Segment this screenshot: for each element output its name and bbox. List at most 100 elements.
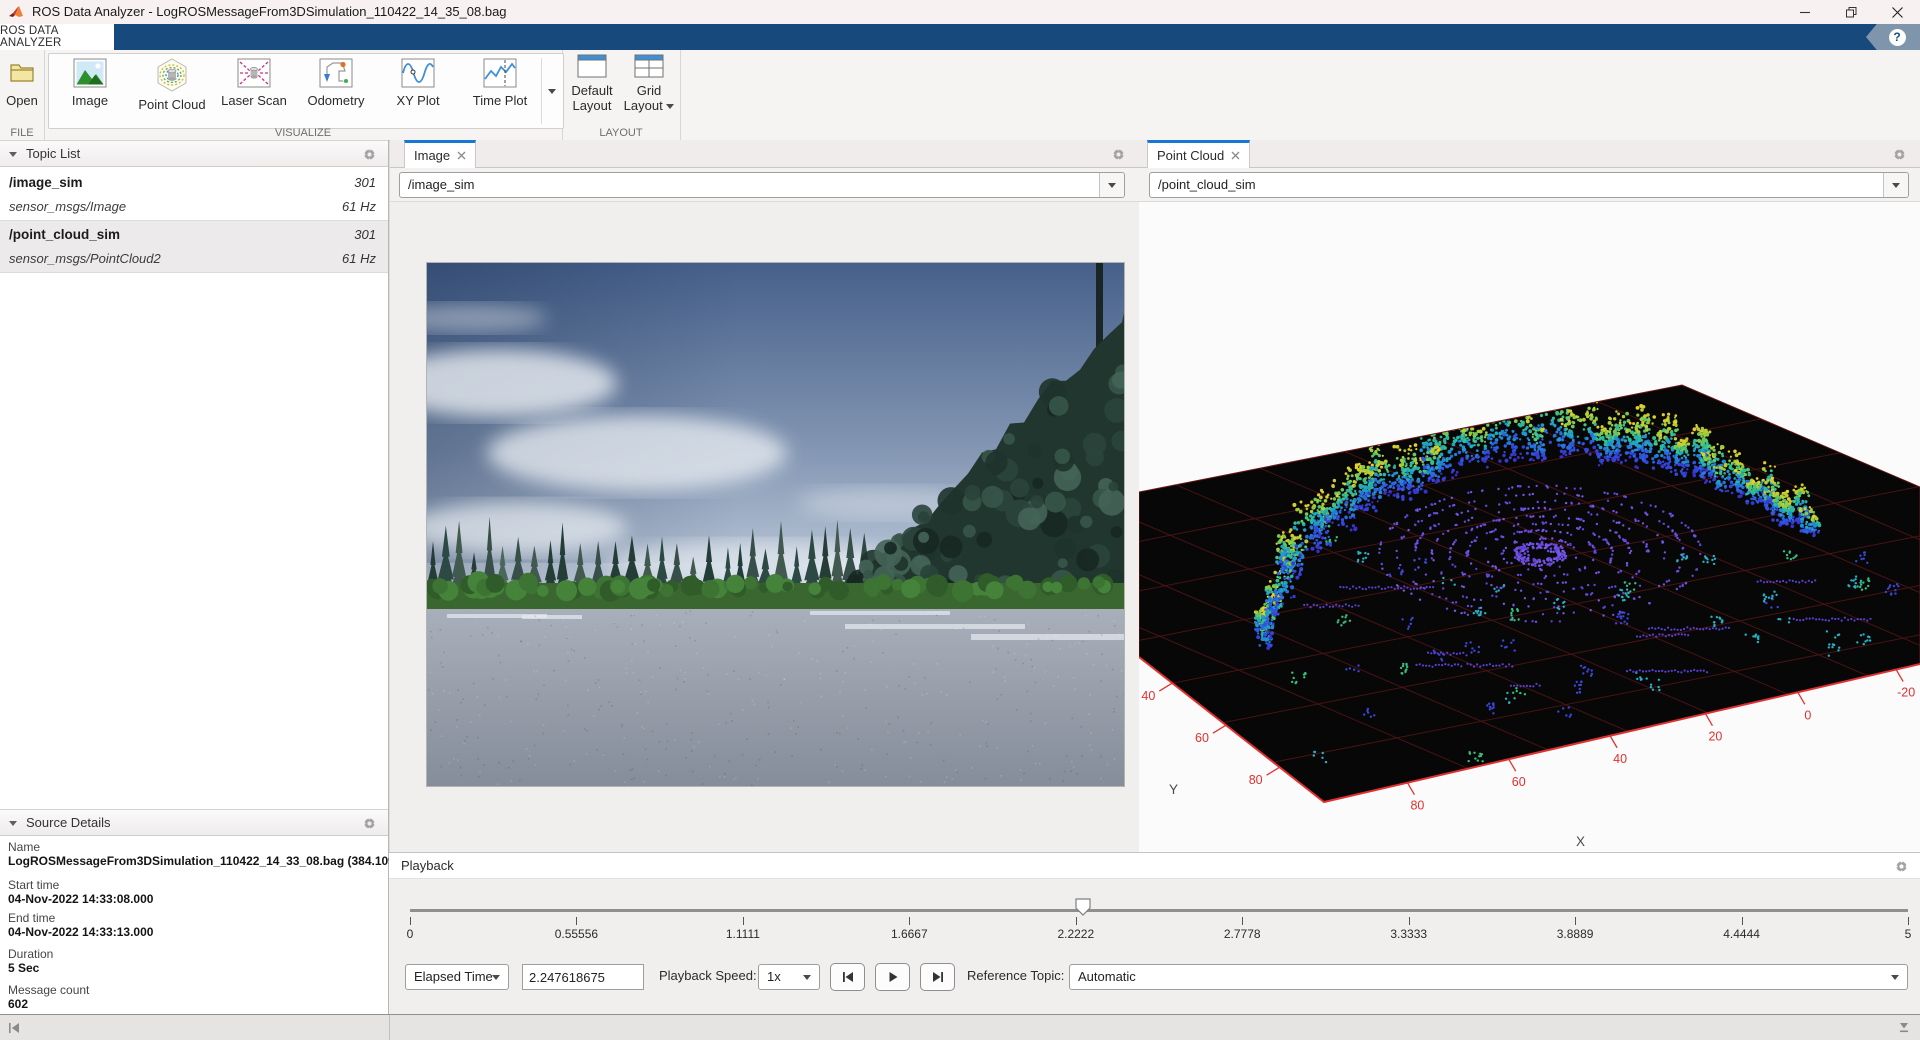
image-panel-gear-icon[interactable] [1112, 148, 1125, 161]
playback-slider-track[interactable] [410, 909, 1908, 912]
chevron-down-icon [1892, 183, 1900, 188]
pointcloud-plot[interactable]: 406080806040200-20YX [1139, 202, 1920, 852]
playback-controls: Elapsed Time Playback Speed: 1x Referenc… [389, 963, 1920, 991]
window-title: ROS Data Analyzer - LogROSMessageFrom3DS… [32, 0, 507, 24]
play-icon [886, 970, 900, 984]
pointcloud-topic-row: /point_cloud_sim [1139, 168, 1920, 202]
visualize-image-button[interactable]: Image [49, 54, 131, 128]
status-divider [389, 1015, 390, 1040]
visualize-odometry-button[interactable]: Odometry [295, 54, 377, 128]
timeline-tick-label: 2.7778 [1224, 927, 1261, 941]
close-tab-icon[interactable] [1231, 151, 1240, 160]
visualize-point-cloud-button[interactable]: Point Cloud [131, 54, 213, 128]
message-rate: 61 Hz [342, 199, 376, 214]
timeline-tick-label: 0 [407, 927, 414, 941]
source-field-name: Name LogROSMessageFrom3DSimulation_11042… [8, 840, 428, 868]
skip-to-start-button[interactable] [830, 963, 865, 991]
ribbon-section-visualize: Image Point Cloud [44, 50, 563, 140]
time-mode-dropdown[interactable]: Elapsed Time [405, 964, 509, 990]
play-button[interactable] [875, 963, 910, 991]
ribbon-section-layout: Default Layout Grid Layout LAYOUT [562, 50, 681, 140]
image-topic-row: /image_sim [390, 168, 1139, 202]
collapse-panel-down-icon[interactable] [1898, 1021, 1910, 1034]
pointcloud-tabbar: Point Cloud [1139, 140, 1920, 168]
tab-ros-data-analyzer[interactable]: ROS DATA ANALYZER [0, 24, 114, 50]
topic-list-options-gear-icon[interactable] [363, 148, 376, 161]
point-cloud-icon [155, 58, 189, 92]
timeline-tick-label: 1.6667 [891, 927, 928, 941]
file-section-label: FILE [0, 127, 44, 139]
collapse-triangle-icon[interactable] [9, 152, 17, 157]
chevron-down-icon [1891, 975, 1899, 980]
camera-image [426, 262, 1125, 787]
playback-speed-dropdown[interactable]: 1x [758, 964, 820, 990]
elapsed-time-input[interactable] [522, 964, 644, 990]
tab-point-cloud[interactable]: Point Cloud [1147, 140, 1250, 168]
status-bar [0, 1014, 1920, 1040]
restore-button[interactable] [1828, 0, 1874, 24]
reference-topic-dropdown[interactable]: Automatic [1069, 964, 1908, 990]
close-tab-icon[interactable] [457, 151, 466, 160]
ribbon-tabstrip: ROS DATA ANALYZER ? [0, 24, 1920, 50]
tab-image[interactable]: Image [404, 140, 476, 168]
visualize-time-plot-button[interactable]: Time Plot [459, 54, 541, 128]
visualize-laser-scan-button[interactable]: Laser Scan [213, 54, 295, 128]
message-rate: 61 Hz [342, 251, 376, 266]
open-folder-icon [9, 60, 35, 84]
image-content-area [390, 202, 1139, 852]
collapse-triangle-icon[interactable] [9, 821, 17, 826]
simulation-scene [427, 263, 1124, 786]
source-field-end-time: End time 04-Nov-2022 14:33:13.000 [8, 911, 153, 939]
topic-row-image-sim[interactable]: /image_sim sensor_msgs/Image 301 61 Hz [0, 169, 388, 221]
playback-options-gear-icon[interactable] [1895, 860, 1908, 873]
visualize-gallery-expand-button[interactable] [541, 58, 562, 124]
grid-layout-button[interactable]: Grid Layout [620, 54, 678, 126]
pointcloud-panel-gear-icon[interactable] [1893, 148, 1906, 161]
ribbon-section-file: Open FILE [0, 50, 45, 140]
visualize-xy-plot-button[interactable]: XY Plot [377, 54, 459, 128]
close-button[interactable] [1874, 0, 1920, 24]
playback-panel: Playback 00.555561.11111.66672.22222.777… [389, 852, 1920, 1014]
open-label: Open [2, 93, 42, 108]
layout-section-label: LAYOUT [562, 127, 680, 139]
chevron-down-icon [803, 975, 811, 980]
skip-end-icon [931, 970, 945, 984]
timeline-tick-label: 0.55556 [555, 927, 598, 941]
skip-to-end-button[interactable] [920, 963, 955, 991]
help-button[interactable]: ? [1866, 24, 1920, 50]
close-icon [1892, 7, 1903, 18]
chevron-down-icon [548, 89, 556, 94]
message-count: 301 [354, 227, 376, 242]
chevron-down-icon [1108, 183, 1116, 188]
default-layout-icon [577, 54, 607, 78]
minimize-button[interactable] [1782, 0, 1828, 24]
open-button[interactable]: Open [2, 56, 42, 130]
laser-scan-icon [237, 58, 271, 88]
image-icon [73, 58, 107, 88]
topic-row-point-cloud-sim[interactable]: /point_cloud_sim sensor_msgs/PointCloud2… [0, 221, 388, 273]
image-topic-dropdown[interactable]: /image_sim [399, 172, 1125, 198]
ribbon-toolbar: Open FILE Image [0, 50, 1920, 141]
help-icon: ? [1889, 29, 1906, 46]
source-details-title: Source Details [26, 815, 111, 830]
pointcloud-view-panel: Point Cloud /point_cloud_sim 40608080604… [1139, 140, 1920, 852]
topic-list-header: Topic List [0, 140, 388, 167]
odometry-icon [319, 58, 353, 88]
image-view-panel: Image /image_sim [390, 140, 1139, 852]
timeline-tick-label: 2.2222 [1057, 927, 1094, 941]
source-field-message-count: Message count 602 [8, 983, 89, 1011]
default-layout-button[interactable]: Default Layout [564, 54, 620, 126]
topic-list-title: Topic List [26, 146, 80, 161]
playback-speed-label: Playback Speed: [659, 968, 757, 983]
playback-slider-thumb[interactable] [1075, 898, 1091, 916]
collapse-panel-left-icon[interactable] [8, 1021, 21, 1035]
pointcloud-topic-dropdown[interactable]: /point_cloud_sim [1149, 172, 1909, 198]
timeline-tick-label: 5 [1905, 927, 1912, 941]
timeline-tick-label: 1.1111 [726, 927, 760, 941]
image-tabbar: Image [390, 140, 1139, 168]
chevron-down-icon [666, 104, 674, 109]
source-field-start-time: Start time 04-Nov-2022 14:33:08.000 [8, 878, 153, 906]
visualize-gallery: Image Point Cloud [48, 53, 564, 129]
source-details-options-gear-icon[interactable] [363, 817, 376, 830]
source-details-header: Source Details [0, 809, 388, 836]
